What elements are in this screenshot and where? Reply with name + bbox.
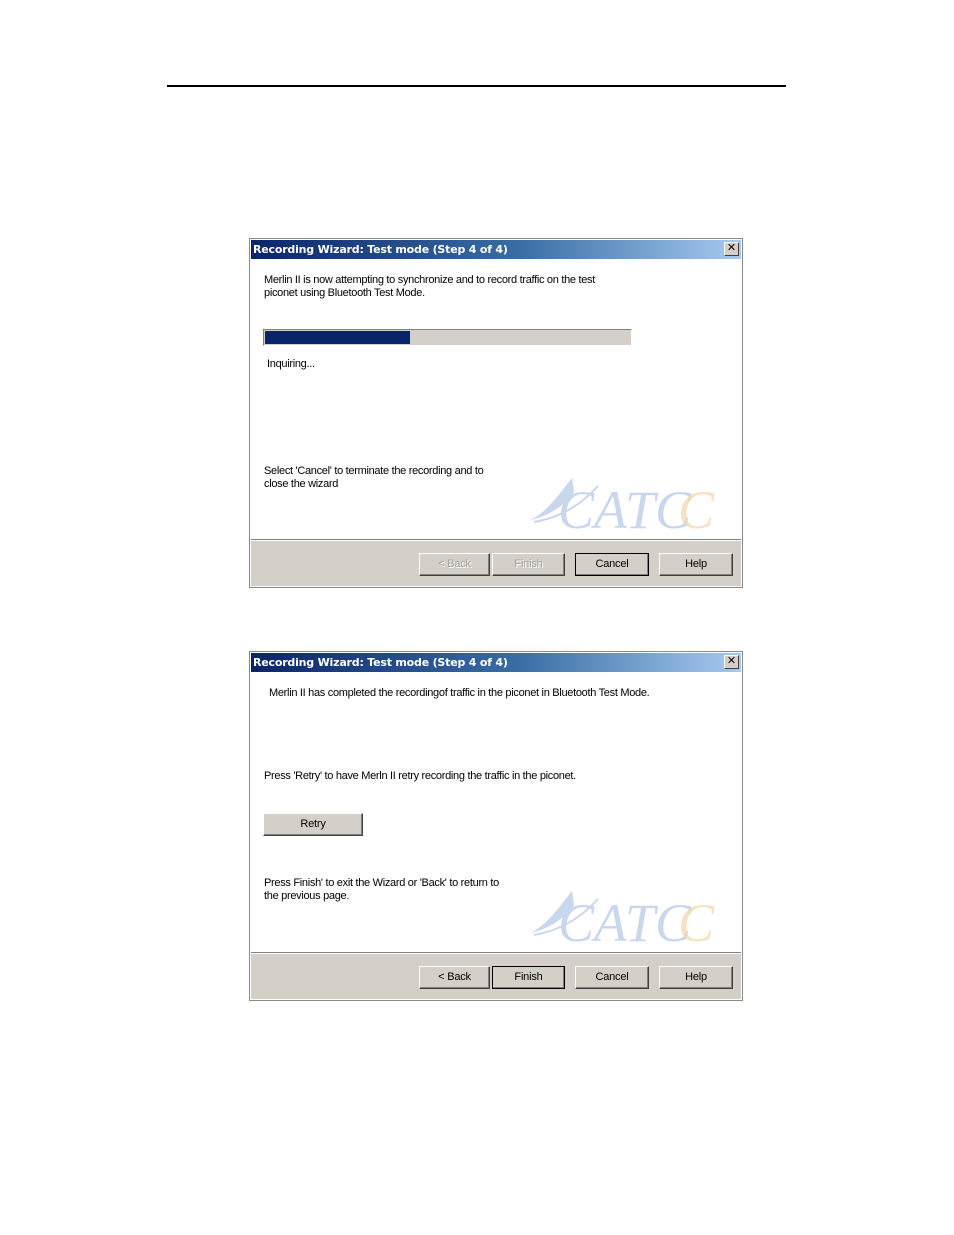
cancel-hint-line-2: close the wizard [264, 478, 339, 490]
close-button[interactable]: ✕ [724, 242, 739, 256]
title-bar[interactable]: Recording Wizard: Test mode (Step 4 of 4… [251, 240, 741, 259]
button-bar: < Back Finish Cancel Help [251, 539, 741, 586]
message-line-2: piconet using Bluetooth Test Mode. [264, 287, 425, 299]
help-button[interactable]: Help [659, 966, 733, 989]
back-button[interactable]: < Back [419, 966, 490, 989]
page-top-rule [167, 85, 786, 87]
finish-hint-line-2: the previous page. [264, 890, 350, 902]
dialog-title: Recording Wizard: Test mode (Step 4 of 4… [253, 243, 508, 256]
help-button[interactable]: Help [659, 553, 733, 576]
recording-wizard-dialog-complete: Recording Wizard: Test mode (Step 4 of 4… [249, 651, 743, 1001]
back-button[interactable]: < Back [419, 553, 490, 576]
close-icon: ✕ [726, 655, 737, 667]
retry-button[interactable]: Retry [263, 813, 363, 836]
progress-bar-fill [265, 331, 410, 344]
catc-logo: CATC C [530, 478, 715, 536]
title-bar[interactable]: Recording Wizard: Test mode (Step 4 of 4… [251, 653, 741, 672]
retry-hint: Press 'Retry' to have Merln II retry rec… [264, 770, 576, 782]
svg-text:C: C [678, 480, 715, 536]
finish-button[interactable]: Finish [492, 553, 565, 576]
cancel-button[interactable]: Cancel [575, 966, 649, 989]
finish-hint-line-1: Press Finish' to exit the Wizard or 'Bac… [264, 877, 499, 889]
close-icon: ✕ [726, 242, 737, 254]
button-bar: < Back Finish Cancel Help [251, 952, 741, 999]
status-text: Inquiring... [267, 358, 315, 370]
message-line-1: Merlin II is now attempting to synchroni… [264, 274, 596, 286]
close-button[interactable]: ✕ [724, 655, 739, 669]
cancel-hint-line-1: Select 'Cancel' to terminate the recordi… [264, 465, 484, 477]
finish-button[interactable]: Finish [492, 966, 565, 989]
progress-bar [263, 329, 632, 346]
logo-text: CATC [558, 893, 692, 949]
dialog-title: Recording Wizard: Test mode (Step 4 of 4… [253, 656, 508, 669]
cancel-button[interactable]: Cancel [575, 553, 649, 576]
completion-message: Merlin II has completed the recordingof … [269, 687, 650, 699]
recording-wizard-dialog-progress: Recording Wizard: Test mode (Step 4 of 4… [249, 238, 743, 588]
svg-text:C: C [678, 893, 715, 949]
catc-logo: CATC C [530, 891, 715, 949]
logo-text: CATC [558, 480, 692, 536]
